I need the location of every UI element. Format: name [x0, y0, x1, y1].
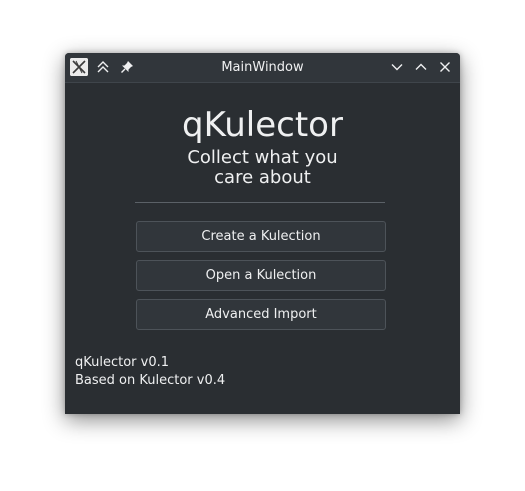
chevron-down-icon: [391, 64, 403, 71]
chevron-up-icon: [415, 63, 427, 70]
create-kulection-button[interactable]: Create a Kulection: [136, 221, 386, 252]
pin-button[interactable]: [118, 58, 136, 76]
open-kulection-button[interactable]: Open a Kulection: [136, 260, 386, 291]
title-bar[interactable]: MainWindow: [65, 53, 460, 83]
divider: [135, 202, 385, 203]
advanced-import-button[interactable]: Advanced Import: [136, 299, 386, 330]
window-content: qKulector Collect what you care about Cr…: [65, 83, 460, 414]
double-chevron-up-icon: [97, 61, 109, 73]
keep-above-button[interactable]: [94, 58, 112, 76]
main-window: MainWindow qKulector Collect what you ca…: [65, 53, 460, 414]
minimize-button[interactable]: [388, 58, 406, 76]
close-button[interactable]: [436, 58, 454, 76]
tagline: Collect what you care about: [65, 148, 460, 188]
version-label: qKulector v0.1: [75, 355, 170, 370]
based-on-label: Based on Kulector v0.4: [75, 373, 226, 388]
pin-icon: [121, 61, 133, 73]
tagline-line-2: care about: [214, 167, 311, 188]
app-title: qKulector: [182, 105, 343, 145]
desktop-background: MainWindow qKulector Collect what you ca…: [0, 0, 525, 491]
x-logo-icon[interactable]: [70, 58, 88, 76]
close-icon: [440, 62, 450, 72]
version-info: qKulector v0.1 Based on Kulector v0.4: [75, 354, 225, 390]
tagline-line-1: Collect what you: [187, 147, 338, 168]
maximize-button[interactable]: [412, 58, 430, 76]
